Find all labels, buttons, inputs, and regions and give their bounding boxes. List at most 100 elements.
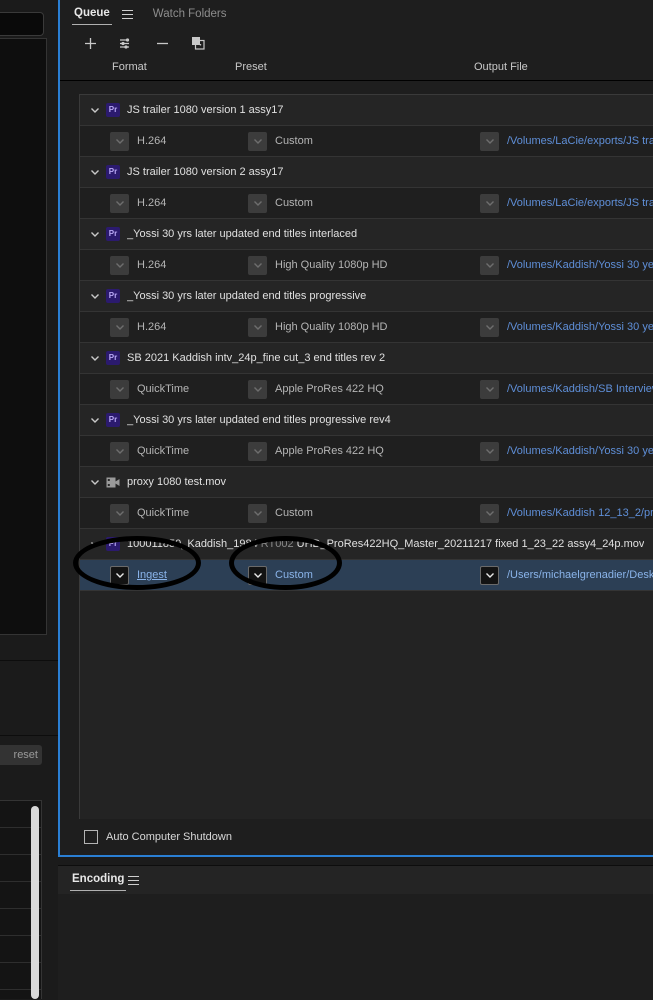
column-header-format[interactable]: Format [112, 61, 147, 73]
output-file-cell[interactable]: /Volumes/Kaddish 12_13_2/proxy test/p [480, 503, 653, 523]
hamburger-menu-icon[interactable] [128, 875, 140, 885]
queue-output-row[interactable]: H.264 High Quality 1080p HD/Volumes/Kaddi… [80, 250, 653, 281]
queue-job-row[interactable]: Pr SB 2021 Kaddish intv_24p_fine cut_3 en… [80, 343, 653, 374]
format-dropdown[interactable] [110, 503, 129, 523]
chevron-down-icon[interactable] [84, 353, 106, 363]
preset-dropdown[interactable] [248, 565, 267, 585]
queue-job-row[interactable]: Pr _Yossi 30 yrs later updated end titles… [80, 281, 653, 312]
format-dropdown[interactable] [110, 193, 129, 213]
preset-dropdown[interactable] [248, 503, 267, 523]
auto-shutdown-checkbox[interactable] [84, 830, 98, 844]
chevron-down-icon[interactable] [84, 477, 106, 487]
queue-output-row[interactable]: Ingest Custom/Users/michaelgrenadier/Desk… [80, 560, 653, 591]
format-cell[interactable]: QuickTime [110, 503, 189, 523]
output-file-cell[interactable]: /Volumes/LaCie/exports/JS trailer 1080 v [480, 193, 653, 213]
queue-job-row[interactable]: Pr 100011850_Kaddish_1984 RT002 UHD_ProRe… [80, 529, 653, 560]
tab-queue[interactable]: Queue [72, 3, 112, 25]
format-cell[interactable]: H.264 [110, 255, 166, 275]
output-file-dropdown[interactable] [480, 255, 499, 275]
output-file-dropdown[interactable] [480, 193, 499, 213]
preset-dropdown[interactable] [248, 131, 267, 151]
output-file-dropdown[interactable] [480, 379, 499, 399]
plus-icon[interactable] [80, 33, 100, 53]
format-value[interactable]: Ingest [137, 569, 167, 581]
queue-job-row[interactable]: Pr _Yossi 30 yrs later updated end titles… [80, 405, 653, 436]
preset-cell[interactable]: High Quality 1080p HD [248, 255, 388, 275]
preset-dropdown[interactable] [248, 379, 267, 399]
output-file-cell[interactable]: /Users/michaelgrenadier/Desktop [480, 565, 653, 585]
queue-output-row[interactable]: H.264 High Quality 1080p HD/Volumes/Kaddi… [80, 312, 653, 343]
preset-cell[interactable]: Custom [248, 131, 313, 151]
preset-cell[interactable]: Custom [248, 503, 313, 523]
format-cell[interactable]: QuickTime [110, 379, 189, 399]
output-file-value[interactable]: /Users/michaelgrenadier/Desktop [507, 569, 653, 581]
output-file-value[interactable]: /Volumes/Kaddish/Yossi 30 years later n [507, 259, 653, 271]
left-panel-scrollbar[interactable] [31, 806, 39, 999]
queue-job-row[interactable]: Pr JS trailer 1080 version 1 assy17 [80, 95, 653, 126]
preset-dropdown[interactable] [248, 255, 267, 275]
output-file-dropdown[interactable] [480, 317, 499, 337]
left-panel-preset-button[interactable]: reset [0, 745, 42, 765]
preset-dropdown[interactable] [248, 317, 267, 337]
preset-dropdown[interactable] [248, 441, 267, 461]
column-header-output-file[interactable]: Output File [474, 61, 528, 73]
format-dropdown[interactable] [110, 131, 129, 151]
output-file-value[interactable]: /Volumes/Kaddish/Yossi 30 years later n [507, 321, 653, 333]
format-cell[interactable]: H.264 [110, 193, 166, 213]
preset-cell[interactable]: Custom [248, 565, 313, 585]
preset-value: Custom [275, 507, 313, 519]
format-dropdown[interactable] [110, 255, 129, 275]
output-file-value[interactable]: /Volumes/Kaddish/Yossi 30 years later n [507, 445, 653, 457]
queue-output-row[interactable]: H.264 Custom/Volumes/LaCie/exports/JS tra… [80, 188, 653, 219]
output-file-cell[interactable]: /Volumes/Kaddish/Yossi 30 years later n [480, 255, 653, 275]
tab-watch-folders[interactable]: Watch Folders [151, 4, 229, 25]
format-dropdown[interactable] [110, 565, 129, 585]
queue-output-row[interactable]: QuickTime Custom/Volumes/Kaddish 12_13_2/… [80, 498, 653, 529]
chevron-down-icon[interactable] [84, 539, 106, 549]
minus-icon[interactable] [152, 33, 172, 53]
queue-output-row[interactable]: QuickTime Apple ProRes 422 HQ/Volumes/Kad… [80, 374, 653, 405]
format-dropdown[interactable] [110, 441, 129, 461]
output-file-dropdown[interactable] [480, 565, 499, 585]
output-file-dropdown[interactable] [480, 441, 499, 461]
queue-job-row[interactable]: Pr _Yossi 30 yrs later updated end titles… [80, 219, 653, 250]
chevron-down-icon[interactable] [84, 229, 106, 239]
output-file-value[interactable]: /Volumes/LaCie/exports/JS trailer 1080 v [507, 135, 653, 147]
left-panel-text-field[interactable] [0, 12, 44, 36]
preset-cell[interactable]: Apple ProRes 422 HQ [248, 441, 384, 461]
output-file-dropdown[interactable] [480, 503, 499, 523]
output-file-dropdown[interactable] [480, 131, 499, 151]
format-cell[interactable]: Ingest [110, 565, 167, 585]
queue-output-row[interactable]: H.264 Custom/Volumes/LaCie/exports/JS tra… [80, 126, 653, 157]
preset-value: Custom [275, 135, 313, 147]
format-cell[interactable]: H.264 [110, 317, 166, 337]
preset-cell[interactable]: Apple ProRes 422 HQ [248, 379, 384, 399]
tab-encoding[interactable]: Encoding [70, 869, 127, 891]
column-header-preset[interactable]: Preset [235, 61, 267, 73]
output-file-cell[interactable]: /Volumes/Kaddish/SB Interview end title [480, 379, 653, 399]
output-file-cell[interactable]: /Volumes/LaCie/exports/JS trailer 1080 v [480, 131, 653, 151]
preset-value[interactable]: Custom [275, 569, 313, 581]
output-file-value[interactable]: /Volumes/Kaddish/SB Interview end title [507, 383, 653, 395]
preset-dropdown[interactable] [248, 193, 267, 213]
output-file-value[interactable]: /Volumes/Kaddish 12_13_2/proxy test/p [507, 507, 653, 519]
chevron-down-icon[interactable] [84, 105, 106, 115]
output-file-cell[interactable]: /Volumes/Kaddish/Yossi 30 years later n [480, 441, 653, 461]
chevron-down-icon[interactable] [84, 167, 106, 177]
output-file-cell[interactable]: /Volumes/Kaddish/Yossi 30 years later n [480, 317, 653, 337]
format-dropdown[interactable] [110, 379, 129, 399]
preset-cell[interactable]: Custom [248, 193, 313, 213]
preset-sliders-icon[interactable] [116, 33, 136, 53]
queue-job-row[interactable]: proxy 1080 test.mov [80, 467, 653, 498]
preset-cell[interactable]: High Quality 1080p HD [248, 317, 388, 337]
format-cell[interactable]: QuickTime [110, 441, 189, 461]
format-dropdown[interactable] [110, 317, 129, 337]
format-cell[interactable]: H.264 [110, 131, 166, 151]
hamburger-menu-icon[interactable] [121, 9, 133, 19]
queue-output-row[interactable]: QuickTime Apple ProRes 422 HQ/Volumes/Kad… [80, 436, 653, 467]
chevron-down-icon[interactable] [84, 291, 106, 301]
duplicate-icon[interactable] [188, 33, 208, 53]
output-file-value[interactable]: /Volumes/LaCie/exports/JS trailer 1080 v [507, 197, 653, 209]
chevron-down-icon[interactable] [84, 415, 106, 425]
queue-job-row[interactable]: Pr JS trailer 1080 version 2 assy17 [80, 157, 653, 188]
